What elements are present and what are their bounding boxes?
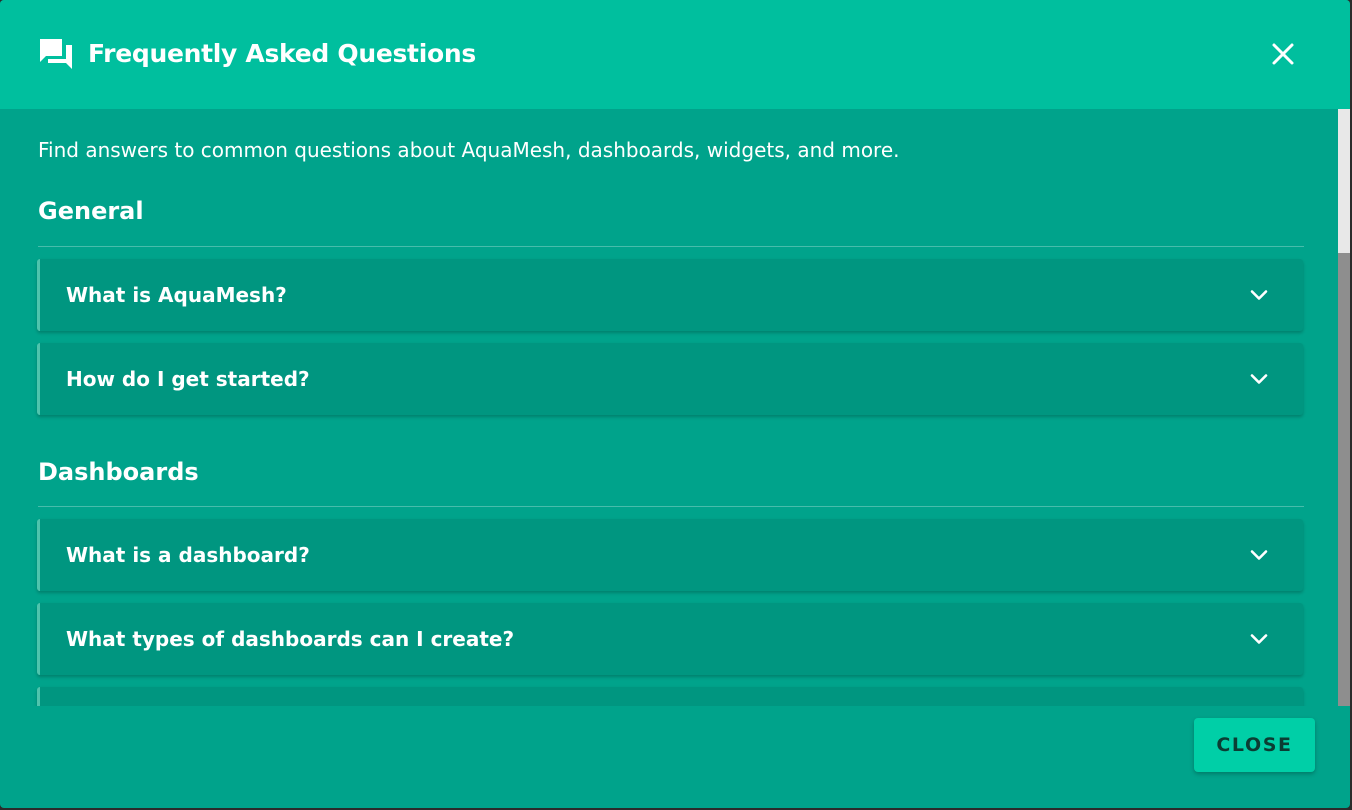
close-button[interactable]: CLOSE [1194,718,1315,772]
chevron-down-icon [1250,550,1268,560]
section-divider [38,506,1304,507]
close-icon[interactable] [1264,35,1302,73]
dialog-title: Frequently Asked Questions [88,39,476,68]
faq-item-get-started[interactable]: How do I get started? [37,343,1303,415]
faq-question: What is a dashboard? [66,543,310,567]
faq-dialog: Frequently Asked Questions Find answers … [0,0,1350,808]
faq-item-what-is-aquamesh[interactable]: What is AquaMesh? [37,259,1303,331]
faq-item-dashboard-types[interactable]: What types of dashboards can I create? [37,603,1303,675]
faq-question: What types of dashboards can I create? [66,627,515,651]
scrollbar-thumb[interactable] [1338,253,1350,706]
faq-question: How do I get started? [66,367,310,391]
intro-text: Find answers to common questions about A… [38,138,900,162]
faq-item-what-is-dashboard[interactable]: What is a dashboard? [37,519,1303,591]
faq-item-partial[interactable] [37,687,1303,706]
forum-icon [40,39,72,69]
chevron-down-icon [1250,290,1268,300]
section-divider [38,246,1304,247]
dialog-header: Frequently Asked Questions [0,0,1350,109]
section-title-dashboards: Dashboards [38,458,199,486]
faq-content: Find answers to common questions about A… [0,109,1338,706]
section-title-general: General [38,197,144,225]
faq-question: What is AquaMesh? [66,283,287,307]
chevron-down-icon [1250,634,1268,644]
chevron-down-icon [1250,374,1268,384]
